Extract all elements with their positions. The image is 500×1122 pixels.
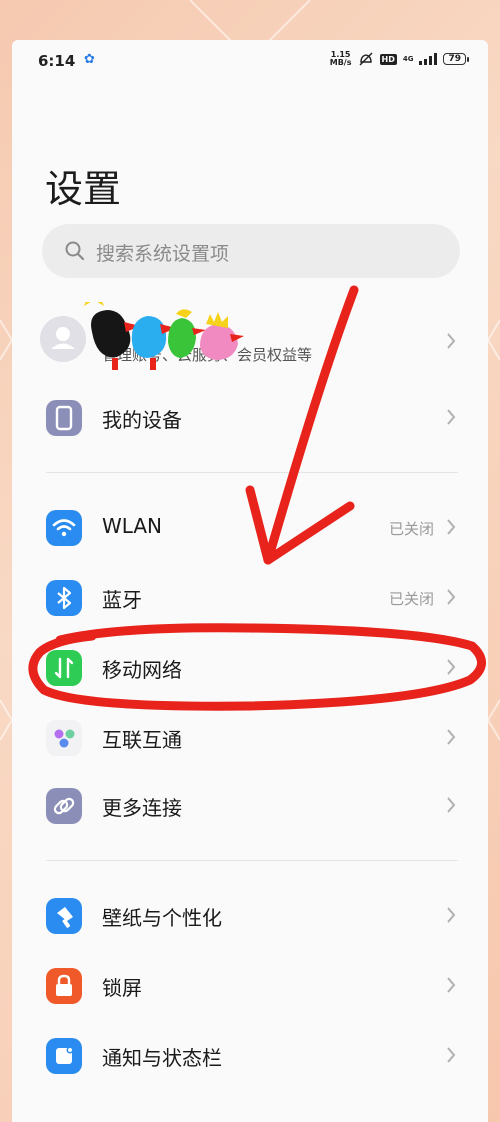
mute-icon xyxy=(359,52,372,66)
wlan-status: 已关闭 xyxy=(388,520,434,538)
status-icons: 1.15 MB/s HD 4G 79 xyxy=(330,51,469,67)
settings-item-label: 锁屏 xyxy=(102,976,142,1000)
speed-unit: MB/s xyxy=(329,58,352,67)
paw-notification-icon: ✿ xyxy=(84,52,95,67)
chevron-right-icon xyxy=(447,409,456,425)
settings-item-label: 移动网络 xyxy=(102,658,182,682)
hd-badge: HD xyxy=(379,53,397,65)
settings-item-wallpaper[interactable]: 壁纸与个性化 xyxy=(12,882,488,950)
notification-icon xyxy=(46,1038,82,1074)
lock-icon xyxy=(46,968,82,1004)
chevron-right-icon xyxy=(447,907,456,923)
settings-item-my-device[interactable]: 我的设备 xyxy=(12,384,488,452)
account-row[interactable]: 管理账号、云服务、会员权益等 xyxy=(12,302,488,382)
status-time: 6:14 xyxy=(38,52,76,70)
status-bar: 6:14 ✿ 1.15 MB/s HD 4G 79 xyxy=(12,40,488,84)
search-placeholder: 搜索系统设置项 xyxy=(96,243,230,265)
page-title: 设置 xyxy=(45,167,122,211)
bluetooth-status: 已关闭 xyxy=(388,590,434,608)
duck-stickers xyxy=(84,302,244,370)
chevron-right-icon xyxy=(447,659,456,675)
settings-item-label: 壁纸与个性化 xyxy=(102,906,222,930)
settings-item-wlan[interactable]: WLAN 已关闭 xyxy=(12,494,488,562)
settings-item-lockscreen[interactable]: 锁屏 xyxy=(12,952,488,1020)
phone-screen: 6:14 ✿ 1.15 MB/s HD 4G 79 设置 搜索系统设置项 我的设… xyxy=(12,40,488,1122)
chevron-right-icon xyxy=(447,519,456,535)
chevron-right-icon xyxy=(447,1047,456,1063)
battery-indicator: 79 xyxy=(443,53,469,65)
user-icon xyxy=(51,327,75,349)
brush-icon xyxy=(46,898,82,934)
settings-item-bluetooth[interactable]: 蓝牙 已关闭 xyxy=(12,564,488,632)
section-divider xyxy=(46,860,458,861)
chevron-right-icon xyxy=(447,333,456,349)
link-icon xyxy=(46,788,82,824)
interconnect-icon xyxy=(46,720,82,756)
wifi-icon xyxy=(46,510,82,546)
settings-item-more-connections[interactable]: 更多连接 xyxy=(12,772,488,840)
settings-item-label: 通知与状态栏 xyxy=(102,1046,222,1070)
settings-item-label: 我的设备 xyxy=(102,408,182,432)
settings-item-label: 蓝牙 xyxy=(102,588,142,612)
signal-icon xyxy=(419,53,438,65)
search-bar[interactable]: 搜索系统设置项 xyxy=(42,224,460,278)
chevron-right-icon xyxy=(447,729,456,745)
avatar xyxy=(40,316,86,362)
settings-item-mobile-network[interactable]: 移动网络 xyxy=(12,634,488,702)
chevron-right-icon xyxy=(447,589,456,605)
chevron-right-icon xyxy=(447,977,456,993)
settings-item-label: 互联互通 xyxy=(102,728,182,752)
chevron-right-icon xyxy=(447,797,456,813)
settings-item-label: 更多连接 xyxy=(102,796,182,820)
device-icon xyxy=(46,400,82,436)
section-divider xyxy=(46,472,458,473)
search-icon xyxy=(65,241,85,261)
bluetooth-icon xyxy=(46,580,82,616)
mobile-data-icon xyxy=(46,650,82,686)
network-speed: 1.15 MB/s xyxy=(330,51,352,67)
settings-item-label: WLAN xyxy=(102,514,163,538)
settings-item-notification[interactable]: 通知与状态栏 xyxy=(12,1022,488,1090)
settings-item-interconnect[interactable]: 互联互通 xyxy=(12,704,488,772)
network-type: 4G xyxy=(402,55,414,63)
